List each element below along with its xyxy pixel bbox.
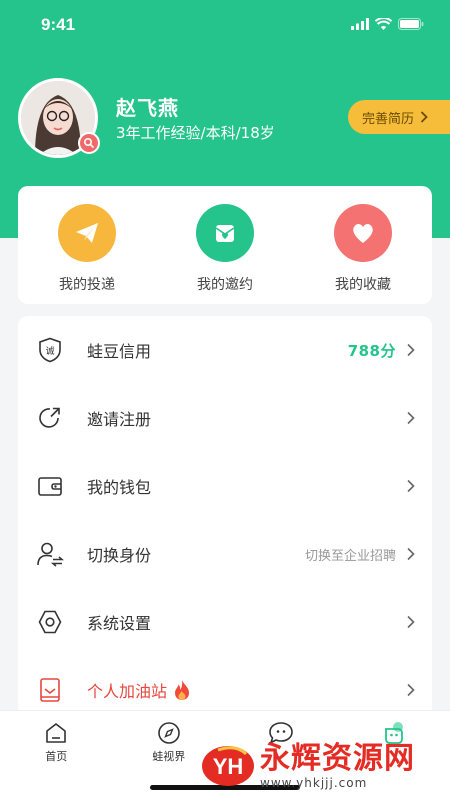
menu-item-settings[interactable]: 系统设置 [18,588,432,656]
chevron-right-icon [407,343,415,357]
compass-icon [157,722,180,744]
quick-actions-card: 我的投递 我的邀约 我的收藏 [18,186,432,304]
wifi-icon [375,18,392,30]
user-name: 赵飞燕 [116,96,179,120]
quick-action-label: 我的投递 [59,277,115,293]
paper-plane-icon [58,204,116,262]
menu-item-label: 切换身份 [87,546,152,565]
credit-shield-icon: 诚 [36,336,64,364]
tab-home[interactable]: 首页 [0,711,113,800]
switch-identity-hint: 切换至企业招聘 [304,548,396,564]
search-icon [83,137,95,149]
avatar-container[interactable] [18,78,100,158]
signal-icon [351,18,369,30]
status-icons [351,18,424,30]
menu-item-label: 我的钱包 [87,478,152,497]
invitation-icon [196,204,254,262]
battery-icon [398,18,424,30]
chevron-right-icon [407,683,415,697]
chevron-right-icon [407,547,415,561]
book-icon [36,676,64,704]
wallet-icon [36,472,64,500]
credit-glyph: 诚 [45,345,54,357]
fire-icon [175,680,190,700]
chevron-right-icon [407,615,415,629]
menu-item-label: 系统设置 [87,614,152,633]
watermark-text-block: 永辉资源网 www.yhkjjj.com [260,741,415,791]
avatar-badge [78,132,100,154]
menu-item-label: 蛙豆信用 [87,342,152,361]
complete-resume-label: 完善简历 [362,111,415,127]
watermark-title: 永辉资源网 [260,741,415,776]
menu-item-credit[interactable]: 诚 蛙豆信用 788分 [18,316,432,384]
watermark: YH 永辉资源网 www.yhkjjj.com [200,736,440,796]
watermark-logo-text: YH [213,754,244,779]
status-time: 9:41 [41,15,76,34]
user-info: 3年工作经验/本科/18岁 [116,124,275,142]
menu-card: 诚 蛙豆信用 788分 邀请注册 我的钱包 切换身份 切换至企业招聘 系统设置 … [18,316,432,736]
chevron-right-icon [407,479,415,493]
complete-resume-button[interactable]: 完善简历 [348,100,450,134]
quick-action-my-invitations[interactable]: 我的邀约 [165,204,285,294]
chevron-right-icon [407,411,415,425]
watermark-logo: YH [200,742,256,790]
menu-item-label: 个人加油站 [87,682,168,701]
menu-item-wallet[interactable]: 我的钱包 [18,452,432,520]
quick-action-my-applications[interactable]: 我的投递 [27,204,147,294]
quick-action-label: 我的邀约 [197,277,253,293]
status-bar: 9:41 [0,0,450,52]
quick-action-label: 我的收藏 [335,277,391,293]
tab-label: 蛙视界 [152,750,186,763]
home-icon [46,723,67,743]
menu-item-invite[interactable]: 邀请注册 [18,384,432,452]
menu-item-label: 邀请注册 [87,410,152,429]
tab-label: 首页 [45,750,68,763]
settings-icon [36,608,64,636]
heart-icon [334,204,392,262]
chevron-right-icon [420,111,428,123]
switch-user-icon [36,540,64,568]
share-icon [36,404,64,432]
menu-item-switch-identity[interactable]: 切换身份 切换至企业招聘 [18,520,432,588]
credit-score: 788分 [347,341,396,360]
quick-action-my-favorites[interactable]: 我的收藏 [303,204,423,294]
watermark-url: www.yhkjjj.com [260,776,368,790]
